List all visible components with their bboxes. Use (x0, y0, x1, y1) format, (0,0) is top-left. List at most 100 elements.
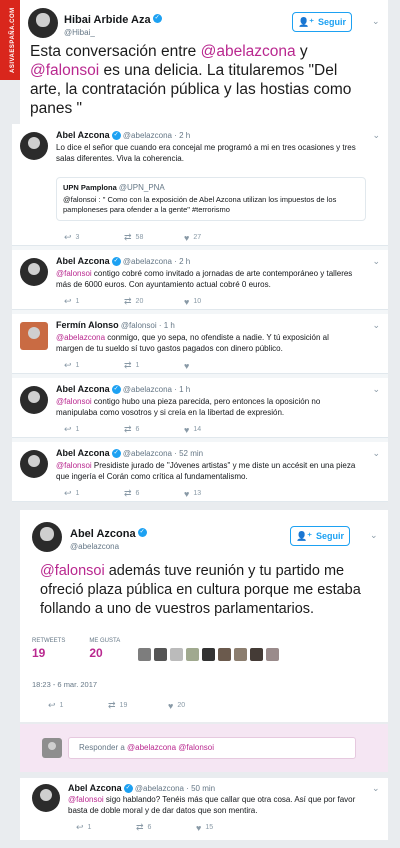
like-button[interactable]: ♥ 10 (184, 296, 244, 307)
author-name: Hibai Arbide Aza (64, 14, 151, 26)
hibai-avatar[interactable] (28, 8, 58, 38)
chevron-down-icon[interactable]: ⌄ (372, 130, 380, 141)
chevron-down-icon[interactable]: ⌄ (372, 783, 380, 794)
heart-icon: ♥ (196, 822, 202, 833)
tweet-time: · 1 h (158, 321, 175, 330)
header-author[interactable]: Hibai Arbide Aza ✓ @Hibai_ (64, 10, 162, 37)
mention-link[interactable]: @abelazcona (201, 43, 296, 60)
reply-button[interactable]: ↩ 1 (76, 822, 136, 833)
chevron-down-icon[interactable]: ⌄ (372, 16, 380, 27)
chevron-down-icon[interactable]: ⌄ (372, 384, 380, 395)
follow-button[interactable]: 👤⁺ Seguir (290, 526, 350, 546)
thread-tweet[interactable]: Abel Azcona ✓ @abelazcona · 1 h ⌄ @falons… (12, 378, 388, 438)
retweet-button[interactable]: ⇄ 6 (124, 424, 184, 435)
tweet-header: Abel Azcona ✓ @abelazcona · 2 h (56, 130, 190, 141)
reply-button[interactable]: ↩ 1 (64, 488, 124, 499)
focus-tweet-text: @falonsoi además tuve reunión y tu parti… (40, 562, 370, 619)
reply-button[interactable]: ↩ 1 (64, 296, 124, 307)
quoted-author: UPN Pamplona (63, 183, 117, 192)
verified-icon: ✓ (111, 257, 121, 267)
retweet-button[interactable]: ⇄ 20 (124, 296, 184, 307)
reply-input[interactable]: Responder a @abelazcona @falonsoi (68, 737, 356, 759)
thread-tweet[interactable]: Fermín Alonso @falonsoi · 1 h ⌄ @abelazc… (12, 314, 388, 374)
like-button[interactable]: ♥ 20 (168, 700, 228, 711)
mention-link[interactable]: @falonsoi (56, 269, 92, 278)
liker-avatar[interactable] (186, 648, 199, 661)
focus-author[interactable]: Abel Azcona ✓ @abelazcona (70, 524, 147, 551)
retweet-count: 20 (135, 298, 144, 305)
like-count: 20 (177, 702, 186, 709)
quoted-tweet[interactable]: UPN Pamplona @UPN_PNA @falonsoi : " Como… (56, 177, 366, 221)
liker-avatar[interactable] (234, 648, 247, 661)
thread-tweet[interactable]: Abel Azcona ✓ @abelazcona · 2 h ⌄ @falons… (12, 250, 388, 310)
heart-icon: ♥ (184, 296, 190, 307)
tweet-header: Abel Azcona ✓ @abelazcona · 52 min (56, 448, 203, 459)
likes-stat[interactable]: ME GUSTA 20 (89, 638, 120, 660)
mention-link[interactable]: @falonsoi (40, 563, 105, 579)
stat-label: RETWEETS (32, 638, 66, 644)
retweet-button[interactable]: ⇄ 6 (136, 822, 196, 833)
retweet-icon: ⇄ (124, 296, 132, 306)
retweet-button[interactable]: ⇄ 1 (124, 360, 184, 371)
author-name: Abel Azcona (56, 130, 110, 140)
avatar[interactable] (32, 522, 62, 552)
reply-icon: ↩ (76, 822, 84, 832)
liker-avatar[interactable] (250, 648, 263, 661)
retweets-stat[interactable]: RETWEETS 19 (32, 638, 65, 660)
tweet-header: Abel Azcona ✓ @abelazcona · 50 min (68, 783, 215, 794)
reply-icon: ↩ (64, 424, 72, 434)
retweet-count: 6 (147, 824, 152, 831)
retweet-button[interactable]: ⇄ 6 (124, 488, 184, 499)
reply-icon: ↩ (64, 360, 72, 370)
like-button[interactable]: ♥ 27 (184, 232, 244, 243)
like-button[interactable]: ♥ 14 (184, 424, 244, 435)
liker-avatar[interactable] (154, 648, 167, 661)
chevron-down-icon[interactable]: ⌄ (372, 320, 380, 331)
current-user-avatar (42, 738, 62, 758)
reply-button[interactable]: ↩ 1 (64, 424, 124, 435)
like-button[interactable]: ♥ 15 (196, 822, 256, 833)
retweet-icon: ⇄ (136, 822, 144, 832)
avatar[interactable] (20, 450, 48, 478)
text-part: Esta conversación entre (30, 43, 201, 60)
chevron-down-icon[interactable]: ⌄ (370, 530, 378, 541)
avatar[interactable] (20, 322, 48, 350)
like-count: 27 (193, 234, 202, 241)
thread-tweet[interactable]: Abel Azcona ✓ @abelazcona · 2 h ⌄ Lo dice… (12, 124, 388, 246)
badge-text: ASIVAESPAÑA.COM (10, 7, 16, 73)
avatar[interactable] (20, 132, 48, 160)
reply-count: 1 (75, 362, 80, 369)
reply-button[interactable]: ↩ 1 (64, 360, 124, 371)
thread-tweet[interactable]: Abel Azcona ✓ @abelazcona · 52 min ⌄ @fal… (12, 442, 388, 502)
liker-avatar[interactable] (170, 648, 183, 661)
tweet-timestamp[interactable]: 18:23 - 6 mar. 2017 (32, 680, 97, 689)
chevron-down-icon[interactable]: ⌄ (372, 256, 380, 267)
like-button[interactable]: ♥ (184, 360, 244, 371)
text-part: Presidiste jurado de "Jóvenes artistas" … (56, 461, 356, 481)
liker-avatar[interactable] (218, 648, 231, 661)
mention-link[interactable]: @falonsoi (30, 62, 99, 79)
reply-count: 1 (75, 490, 80, 497)
mention-link[interactable]: @falonsoi (56, 397, 92, 406)
author-name: Abel Azcona (56, 448, 110, 458)
liker-avatar[interactable] (138, 648, 151, 661)
chevron-down-icon[interactable]: ⌄ (372, 448, 380, 459)
avatar[interactable] (32, 784, 60, 812)
last-tweet[interactable]: Abel Azcona ✓ @abelazcona · 50 min ⌄ @fal… (20, 778, 388, 840)
follow-button[interactable]: 👤⁺ Seguir (292, 12, 352, 32)
mention-link[interactable]: @abelazcona (56, 333, 105, 342)
reply-button[interactable]: ↩ 1 (48, 700, 108, 711)
tweet-header: Abel Azcona ✓ @abelazcona · 2 h (56, 256, 190, 267)
retweet-button[interactable]: ⇄ 58 (124, 232, 184, 243)
like-count: 15 (205, 824, 214, 831)
reply-button[interactable]: ↩ 3 (64, 232, 124, 243)
liker-avatar[interactable] (266, 648, 279, 661)
mention-link[interactable]: @falonsoi (68, 795, 104, 804)
liker-avatar[interactable] (202, 648, 215, 661)
mention-link[interactable]: @falonsoi (56, 461, 92, 470)
tweet-text: @falonsoi Presidiste jurado de "Jóvenes … (56, 460, 356, 482)
retweet-button[interactable]: ⇄ 19 (108, 700, 168, 711)
like-button[interactable]: ♥ 13 (184, 488, 244, 499)
avatar[interactable] (20, 386, 48, 414)
avatar[interactable] (20, 258, 48, 286)
